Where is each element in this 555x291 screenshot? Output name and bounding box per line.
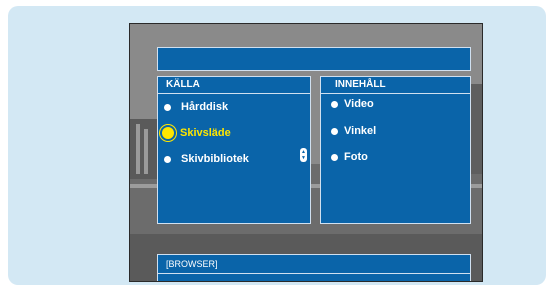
tv-screen: KÄLLA Hårddisk Skivsläde Skivbibliotek ▲… — [129, 23, 483, 282]
content-item-label: Vinkel — [344, 125, 377, 137]
source-item-label: Skivbibliotek — [181, 153, 249, 165]
content-panel-header: INNEHÅLL — [321, 77, 470, 94]
outer-frame: KÄLLA Hårddisk Skivsläde Skivbibliotek ▲… — [8, 6, 546, 285]
source-item-label: Skivsläde — [180, 127, 231, 139]
source-item-harddisk[interactable]: Hårddisk — [164, 97, 228, 117]
up-down-arrow-icon[interactable]: ▲ ▼ — [300, 148, 307, 162]
bullet-icon — [331, 100, 338, 108]
bullet-icon — [331, 127, 338, 135]
content-item-label: Video — [344, 98, 374, 110]
source-panel-header: KÄLLA — [158, 77, 310, 94]
content-item-photo[interactable]: Foto — [331, 147, 368, 167]
content-item-label: Foto — [344, 151, 368, 163]
status-bar: [BROWSER] — [157, 254, 471, 281]
status-label: [BROWSER] — [158, 255, 470, 274]
source-panel: KÄLLA Hårddisk Skivsläde Skivbibliotek ▲… — [157, 76, 311, 224]
source-item-disc-library[interactable]: Skivbibliotek — [164, 149, 249, 169]
source-item-label: Hårddisk — [181, 101, 229, 113]
title-bar — [157, 47, 471, 71]
content-item-video[interactable]: Video — [331, 94, 374, 114]
source-item-disc-tray[interactable]: Skivsläde — [162, 123, 231, 143]
bullet-icon — [164, 103, 171, 111]
content-item-angle[interactable]: Vinkel — [331, 121, 376, 141]
bullet-icon — [164, 155, 171, 163]
content-panel: INNEHÅLL Video Vinkel Foto — [320, 76, 471, 224]
selection-cursor-icon — [162, 127, 174, 139]
bullet-icon — [331, 153, 338, 161]
